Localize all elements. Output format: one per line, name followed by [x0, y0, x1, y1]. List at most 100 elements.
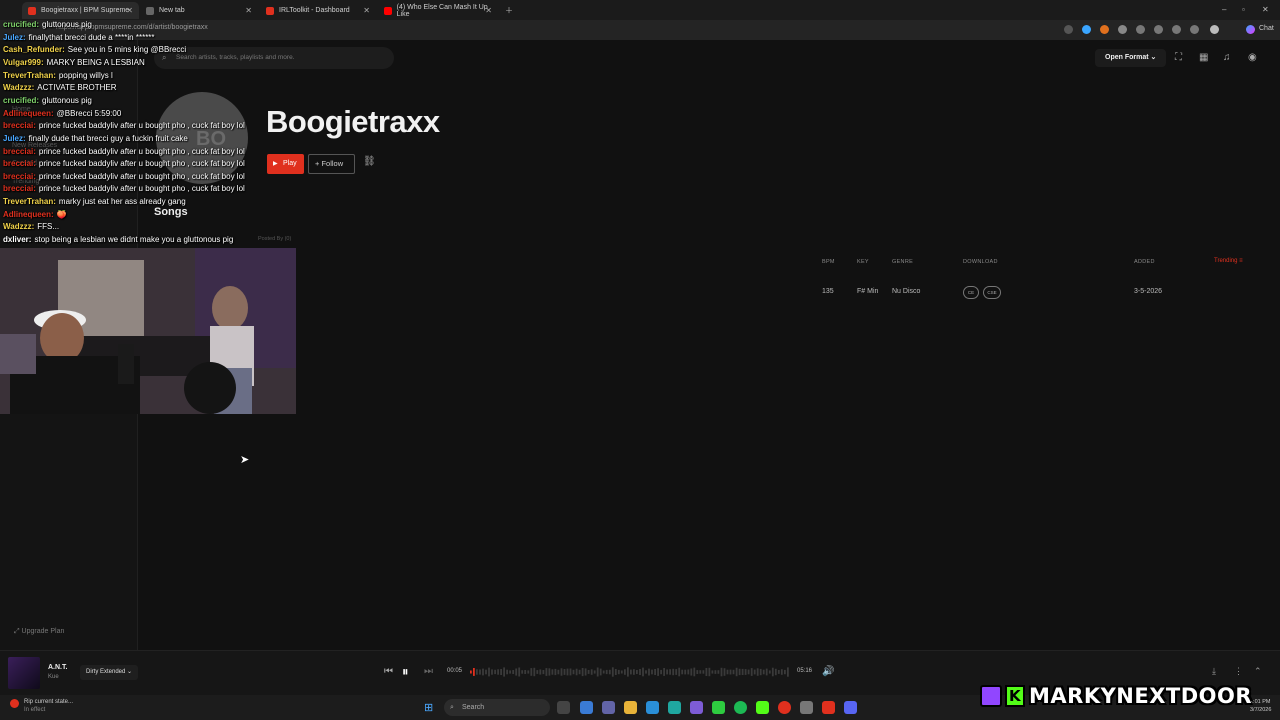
play-icon: ▶: [273, 161, 278, 167]
mouse-cursor-icon: ➤: [240, 454, 250, 466]
settings-icon[interactable]: [800, 701, 813, 714]
copilot-icon[interactable]: [1246, 25, 1255, 34]
tab-bpm-supreme[interactable]: Boogietraxx | BPM Supreme ✕: [22, 2, 139, 19]
close-tab-icon[interactable]: ✕: [126, 6, 133, 15]
waveform-bar: [557, 669, 560, 675]
grid-icon[interactable]: ▦: [1199, 52, 1208, 63]
clock-time[interactable]: 1:01 PM: [1250, 699, 1270, 705]
app-icon[interactable]: [690, 701, 703, 714]
waveform-bar: [780, 669, 783, 675]
follow-button[interactable]: + Follow: [308, 154, 355, 174]
edge-icon[interactable]: [668, 701, 681, 714]
close-tab-icon[interactable]: ✕: [245, 6, 252, 15]
fullscreen-icon[interactable]: ⛶: [1175, 52, 1182, 63]
teams-icon[interactable]: [602, 701, 615, 714]
waveform-bar: [669, 669, 671, 675]
waveform-scrubber[interactable]: [470, 665, 790, 679]
column-header-bpm[interactable]: BPM: [822, 259, 835, 265]
column-header-genre[interactable]: GENRE: [892, 259, 913, 265]
previous-icon[interactable]: ⏮: [384, 666, 393, 677]
app-icon[interactable]: [756, 701, 769, 714]
chat-label[interactable]: Chat: [1259, 25, 1274, 32]
album-cover[interactable]: [8, 657, 40, 689]
column-header-key[interactable]: KEY: [857, 259, 869, 265]
profile-avatar-icon[interactable]: [1210, 25, 1219, 34]
app-icon[interactable]: [712, 701, 725, 714]
volume-icon[interactable]: 🔊: [822, 666, 834, 677]
maximize-icon[interactable]: ▫: [1242, 5, 1245, 14]
chat-message: crucified: gluttonous pig: [3, 20, 92, 29]
close-window-icon[interactable]: ✕: [1262, 5, 1269, 14]
upgrade-plan-link[interactable]: ⤢ Upgrade Plan: [14, 628, 64, 636]
star-icon[interactable]: [1064, 25, 1073, 34]
waveform-bar: [726, 669, 729, 675]
waveform-bar: [476, 669, 478, 675]
minimize-icon[interactable]: –: [1222, 5, 1226, 14]
artist-name: Boogietraxx: [266, 104, 440, 139]
waveform-bar: [521, 670, 524, 674]
chat-username: Wadzzz:: [3, 222, 35, 232]
extension-icon[interactable]: [1118, 25, 1127, 34]
close-tab-icon[interactable]: ✕: [485, 6, 492, 15]
player-track-title[interactable]: A.N.T.: [48, 664, 67, 671]
tab-new-tab[interactable]: New tab ✕: [140, 2, 258, 19]
chat-text: prince fucked baddyliv after u bought ph…: [38, 146, 245, 156]
stream-watermark: K MARKYNEXTDOOR: [980, 683, 1252, 709]
version-dropdown[interactable]: Dirty Extended ⌄: [80, 665, 139, 680]
pause-icon[interactable]: ⏸: [402, 664, 409, 680]
windows-start-icon[interactable]: ⊞: [424, 701, 433, 714]
chat-text: gluttonous pig: [42, 95, 92, 105]
waveform-bar: [542, 670, 545, 675]
waveform-bar: [488, 667, 490, 677]
app-icon[interactable]: [646, 701, 659, 714]
column-header-added[interactable]: ADDED: [1134, 259, 1155, 265]
player-artist[interactable]: Kue: [48, 674, 59, 680]
clock-date[interactable]: 3/7/2026: [1250, 707, 1271, 713]
extension-icon[interactable]: [1190, 25, 1199, 34]
file-explorer-icon[interactable]: [624, 701, 637, 714]
browser-tab-bar: Boogietraxx | BPM Supreme ✕ New tab ✕ IR…: [0, 0, 1280, 20]
taskbar-search[interactable]: ⌕ Search: [444, 699, 550, 716]
upgrade-plan-label: Upgrade Plan: [21, 628, 65, 635]
waveform-bar: [639, 669, 641, 675]
track-genre[interactable]: Nu Disco: [892, 288, 920, 295]
waveform-bar: [536, 670, 539, 674]
spotify-icon[interactable]: [734, 701, 747, 714]
account-icon[interactable]: ◉: [1248, 52, 1257, 63]
extension-icon[interactable]: [1172, 25, 1181, 34]
posted-by-tab[interactable]: Posted By (0): [258, 236, 291, 242]
sort-dropdown[interactable]: Trending ≡: [1214, 258, 1243, 264]
app-icon[interactable]: [580, 701, 593, 714]
next-icon[interactable]: ⏭: [424, 666, 433, 677]
chat-username: brecciai:: [3, 171, 36, 181]
chat-text: finally dude that brecci guy a fuckin fr…: [28, 133, 188, 143]
tab-youtube[interactable]: (4) Who Else Can Mash It Up Like ✕: [378, 2, 498, 19]
chat-username: Vulgar999:: [3, 57, 44, 67]
download-ce-button[interactable]: CE: [963, 286, 979, 299]
extension-icon[interactable]: [1154, 25, 1163, 34]
new-tab-plus-icon[interactable]: ＋: [505, 5, 513, 16]
share-link-icon[interactable]: ⛓: [363, 156, 376, 167]
search-input[interactable]: ⌕ Search artists, tracks, playlists and …: [154, 47, 394, 69]
extension-icon[interactable]: [1082, 25, 1091, 34]
waveform-bar: [756, 668, 759, 676]
discord-icon[interactable]: [844, 701, 857, 714]
extension-icon[interactable]: [1100, 25, 1109, 34]
tab-irltoolkit[interactable]: IRLToolkit - Dashboard ✕: [260, 2, 376, 19]
chat-username: dxliver:: [3, 235, 32, 245]
browser-icon[interactable]: [822, 701, 835, 714]
bell-icon[interactable]: ♫: [1223, 52, 1231, 63]
chat-username: Adlinequeen:: [3, 209, 54, 219]
more-options-icon[interactable]: ⋮: [1234, 666, 1243, 677]
waveform-bar: [479, 669, 481, 675]
close-tab-icon[interactable]: ✕: [363, 6, 370, 15]
play-button[interactable]: ▶ Play: [267, 154, 304, 174]
extension-icon[interactable]: [1136, 25, 1145, 34]
open-format-dropdown[interactable]: Open Format ⌄: [1095, 49, 1167, 67]
download-icon[interactable]: ⤓: [1212, 666, 1216, 677]
task-view-icon[interactable]: [557, 701, 570, 714]
expand-icon[interactable]: ⌃: [1254, 666, 1262, 677]
app-icon[interactable]: [778, 701, 791, 714]
download-cse-button[interactable]: CSE: [983, 286, 1001, 299]
weather-title[interactable]: Rip current state...: [24, 699, 73, 705]
